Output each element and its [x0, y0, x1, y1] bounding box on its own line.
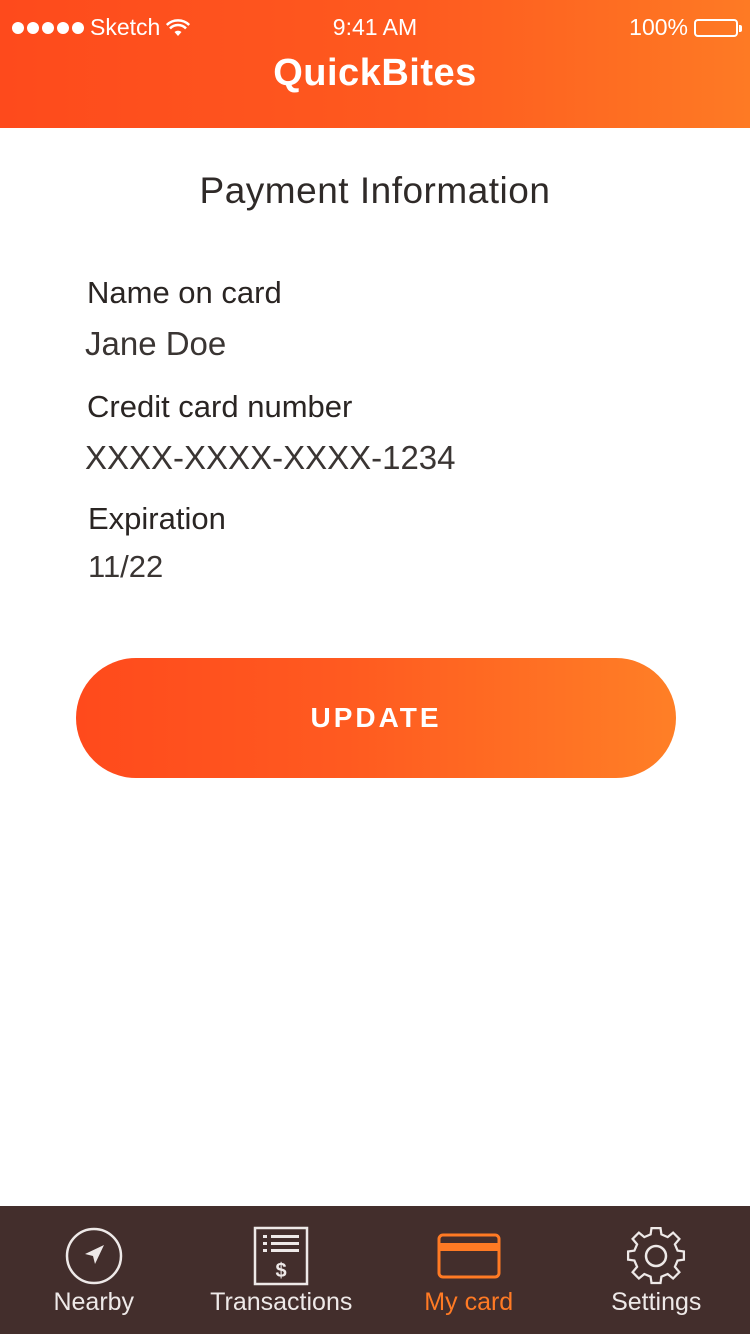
- card-number-value: XXXX-XXXX-XXXX-1234: [85, 439, 456, 476]
- name-on-card-label: Name on card: [87, 275, 282, 310]
- update-button[interactable]: UPDATE: [76, 658, 676, 778]
- tab-label: My card: [424, 1288, 514, 1316]
- expiration-value: 11/22: [88, 549, 164, 584]
- expiration-label: Expiration: [88, 501, 226, 536]
- battery-status: 100%: [629, 14, 742, 41]
- credit-card-icon: [437, 1233, 501, 1279]
- tab-label: Nearby: [53, 1288, 135, 1316]
- gear-icon: [627, 1226, 686, 1285]
- battery-icon: [694, 18, 742, 37]
- app-header: Sketch 9:41 AM 100% QuickBites: [0, 0, 750, 128]
- tab-label: Transactions: [210, 1288, 353, 1316]
- status-bar: Sketch 9:41 AM 100%: [0, 14, 750, 44]
- receipt-icon: $: [254, 1226, 309, 1286]
- location-arrow-icon: [65, 1227, 122, 1285]
- tab-label: Settings: [611, 1288, 702, 1316]
- card-number-label: Credit card number: [87, 389, 353, 424]
- name-on-card-value: Jane Doe: [85, 325, 227, 362]
- page-title: Payment Information: [199, 170, 551, 211]
- tab-transactions[interactable]: $ Transactions: [188, 1206, 376, 1334]
- app-title: QuickBites: [273, 52, 477, 94]
- tab-settings[interactable]: Settings: [563, 1206, 750, 1334]
- tab-my-card[interactable]: My card: [375, 1206, 563, 1334]
- tab-nearby[interactable]: Nearby: [0, 1206, 188, 1334]
- tab-bar: Nearby $ Transactions My card Settings: [0, 1206, 750, 1334]
- svg-text:$: $: [276, 1260, 287, 1282]
- battery-percent: 100%: [629, 14, 688, 40]
